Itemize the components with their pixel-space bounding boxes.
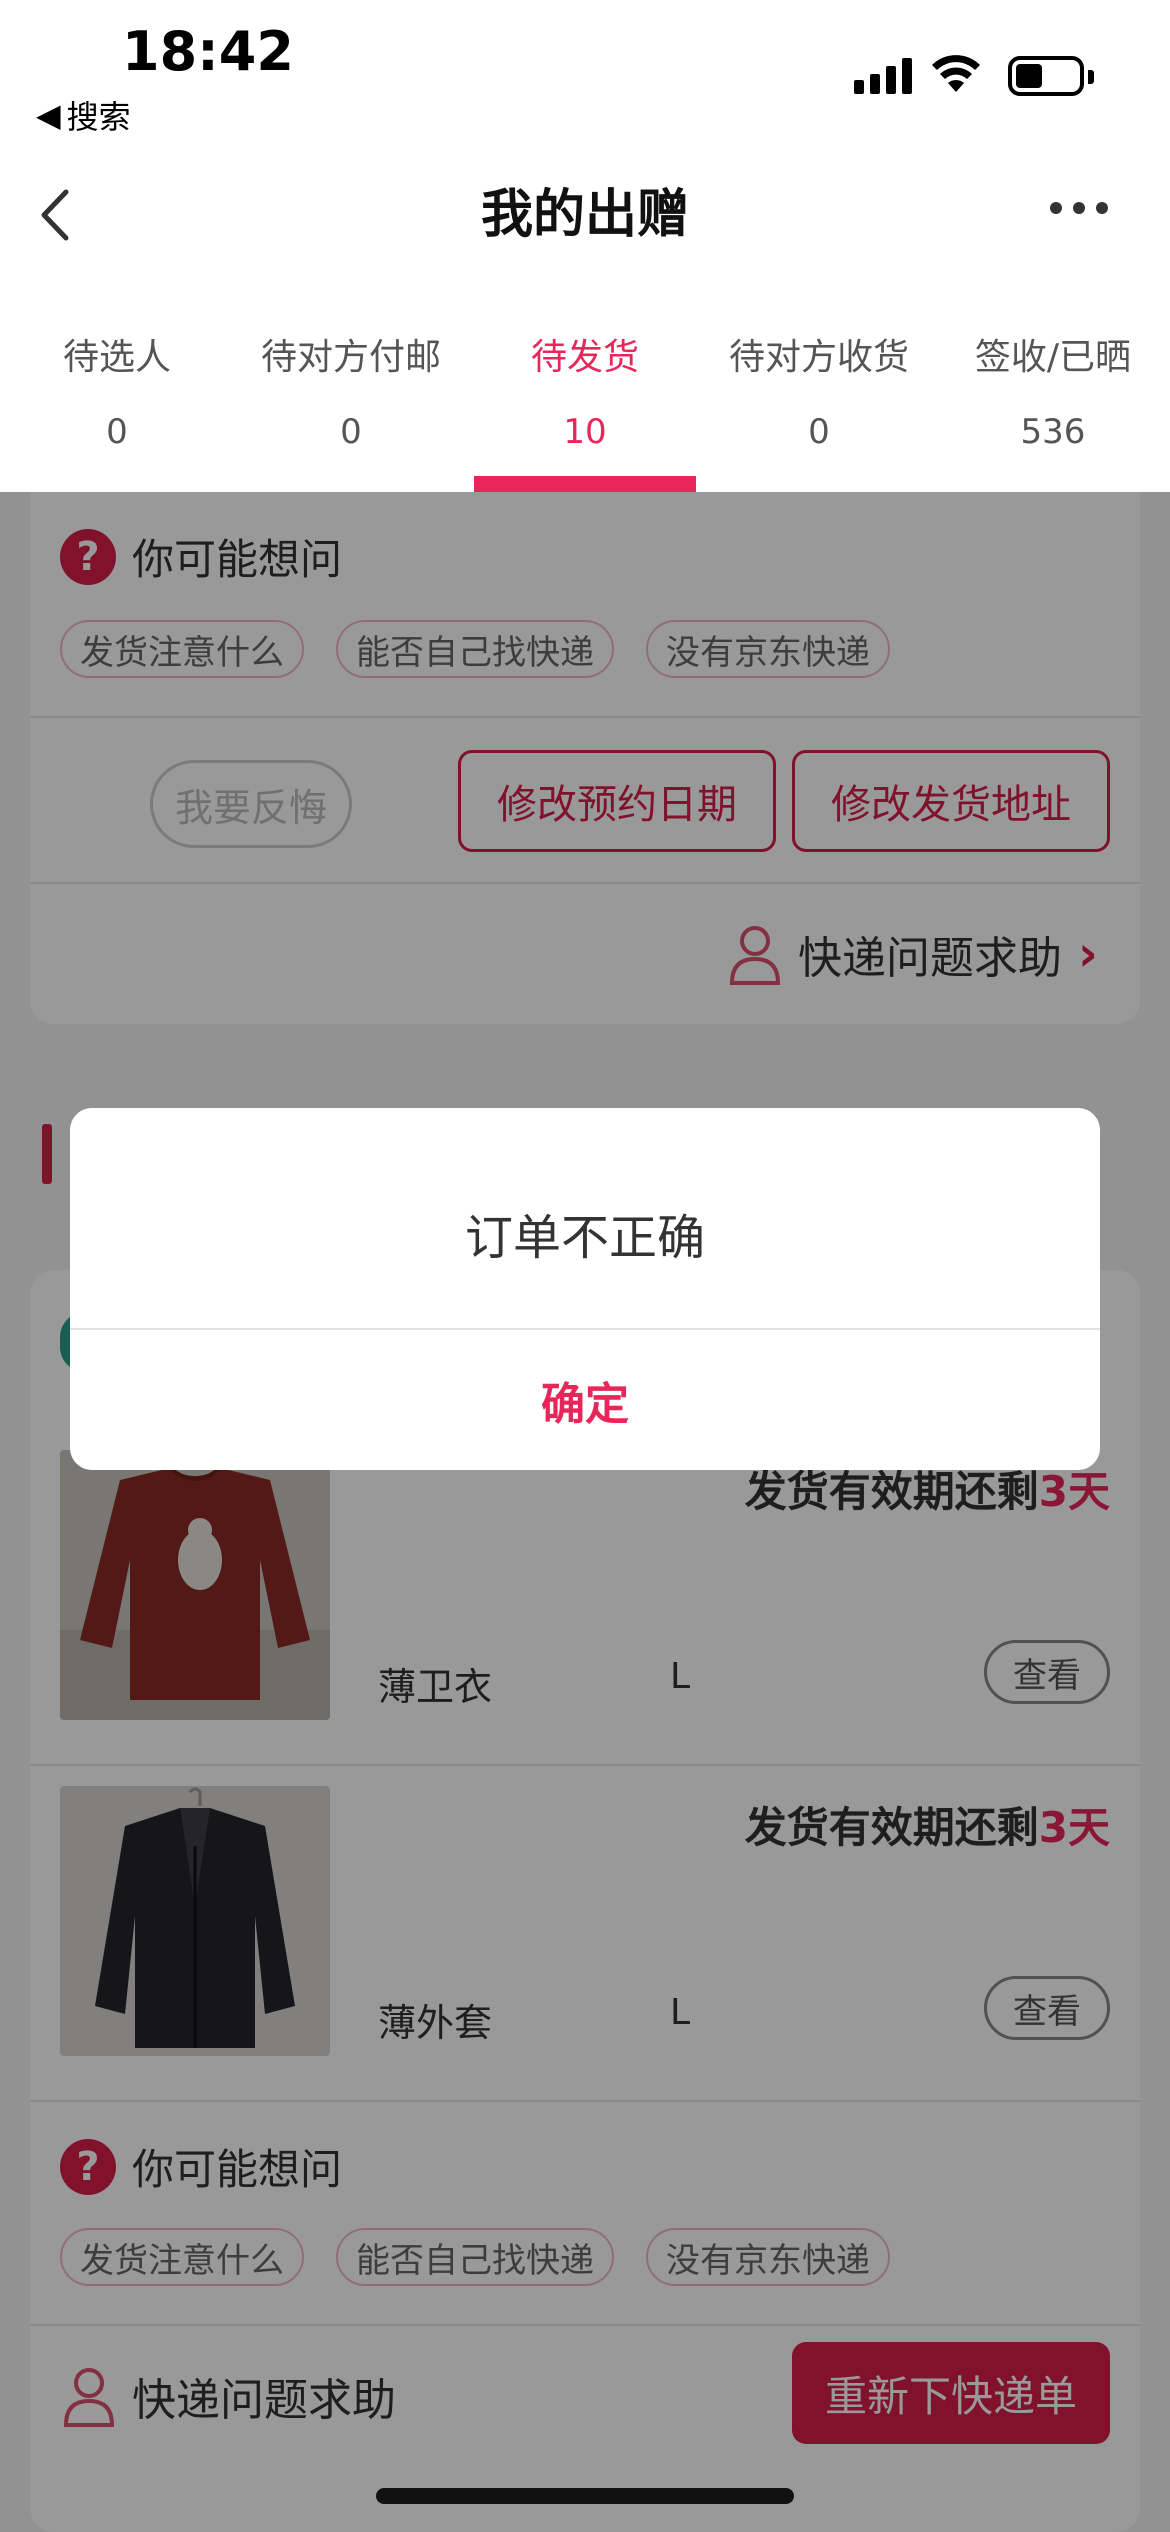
more-dots-icon[interactable] (1050, 202, 1108, 214)
tab-count: 0 (106, 412, 128, 452)
cellular-signal-icon (854, 58, 912, 94)
tab-label: 待对方付邮 (260, 337, 441, 378)
tab-label: 待选人 (62, 337, 171, 378)
status-time: 18:42 (122, 20, 294, 83)
tab-count: 536 (1020, 412, 1086, 452)
tab-pending-shipment[interactable]: 待发货 10 (468, 280, 702, 492)
nav-bar: 我的出赠 (0, 150, 1170, 280)
battery-icon (1008, 56, 1094, 96)
home-indicator[interactable] (376, 2488, 794, 2504)
order-status-tabs: 待选人 0 待对方付邮 0 待发货 10 待对方收货 0 签收/已晒 536 (0, 280, 1170, 492)
back-app-label: 搜索 (66, 98, 131, 136)
wifi-icon (930, 52, 982, 98)
tab-label: 签收/已晒 (974, 337, 1132, 378)
active-tab-indicator (474, 476, 696, 492)
tab-count: 0 (808, 412, 830, 452)
back-to-search-link[interactable]: ◀ 搜索 (36, 92, 131, 138)
tab-count: 0 (340, 412, 362, 452)
tab-pending-receipt[interactable]: 待对方收货 0 (702, 280, 936, 492)
tab-label: 待发货 (530, 337, 639, 378)
tab-pending-postage[interactable]: 待对方付邮 0 (234, 280, 468, 492)
alert-dialog: 订单不正确 确定 (70, 1108, 1100, 1470)
dialog-message: 订单不正确 (464, 1210, 705, 1266)
confirm-button[interactable]: 确定 (70, 1330, 1100, 1470)
tab-received[interactable]: 签收/已晒 536 (936, 280, 1170, 492)
page-title: 我的出赠 (480, 185, 689, 245)
status-bar: 18:42 ◀ 搜索 (0, 0, 1170, 150)
modal-overlay[interactable] (0, 492, 1170, 2532)
tab-label: 待对方收货 (728, 337, 909, 378)
tab-pending-select[interactable]: 待选人 0 (0, 280, 234, 492)
tab-count: 10 (563, 412, 607, 452)
back-app-arrow-icon: ◀ (36, 96, 61, 134)
